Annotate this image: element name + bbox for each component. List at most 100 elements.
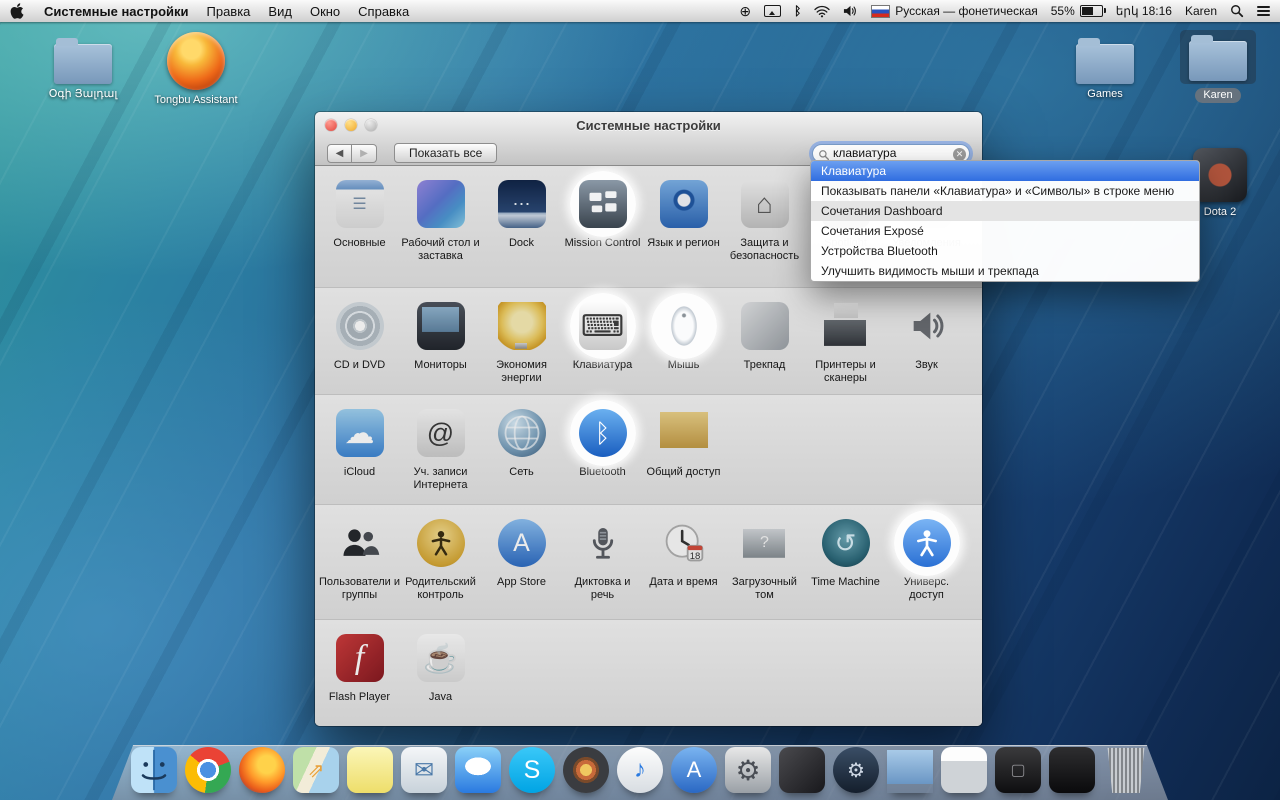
pref-language-region[interactable]: Язык и регион bbox=[643, 180, 724, 287]
pref-displays[interactable]: Мониторы bbox=[400, 302, 481, 394]
pref-general[interactable]: ☰ Основные bbox=[319, 180, 400, 287]
date-time-iconwrap: 18 bbox=[660, 519, 708, 567]
displays-menu-icon[interactable] bbox=[764, 5, 782, 17]
flash-player-iconwrap: f bbox=[335, 634, 384, 682]
search-result-1[interactable]: Показывать панели «Клавиатура» и «Символ… bbox=[811, 181, 1199, 201]
dock-downloads-folder[interactable] bbox=[887, 747, 933, 793]
dock-stickies[interactable] bbox=[347, 747, 393, 793]
dock-skype[interactable]: S bbox=[509, 747, 555, 793]
mouse-iconwrap bbox=[650, 293, 717, 359]
pref-parental-controls[interactable]: Родительский контроль bbox=[400, 519, 481, 619]
internet-accounts-iconwrap: @ bbox=[416, 409, 465, 457]
user-menu[interactable]: Karen bbox=[1185, 4, 1217, 18]
pref-bluetooth[interactable]: ᛒ Bluetooth bbox=[562, 400, 643, 504]
pref-icloud[interactable]: ☁ iCloud bbox=[319, 409, 400, 504]
apple-menu-icon[interactable] bbox=[10, 3, 24, 19]
dock-steam[interactable]: ⚙ bbox=[833, 747, 879, 793]
back-button[interactable]: ◀ bbox=[327, 143, 352, 163]
pref-app-store[interactable]: A App Store bbox=[481, 519, 562, 619]
pref-trackpad[interactable]: Трекпад bbox=[724, 302, 805, 394]
desktop-icon-games-folder[interactable]: Games bbox=[1062, 36, 1148, 101]
bluetooth-menu-icon[interactable]: ᛒ bbox=[794, 4, 801, 18]
dock-window-app[interactable] bbox=[941, 747, 987, 793]
desktop-icon-karen-folder[interactable]: Karen bbox=[1178, 30, 1258, 103]
pref-java[interactable]: ☕ Java bbox=[400, 634, 481, 726]
pref-sound[interactable]: Звук bbox=[886, 302, 967, 394]
menu-item-Системные настройки[interactable]: Системные настройки bbox=[44, 4, 189, 19]
pref-energy-saver[interactable]: Экономия энергии bbox=[481, 302, 562, 394]
search-input[interactable] bbox=[833, 146, 951, 160]
trackpad-label: Трекпад bbox=[743, 359, 786, 371]
dock-mail[interactable]: ✉ bbox=[401, 747, 447, 793]
search-result-5[interactable]: Улучшить видимость мыши и трекпада bbox=[811, 261, 1199, 281]
pref-mission-control[interactable]: Mission Control bbox=[562, 171, 643, 287]
dock-firefox[interactable] bbox=[239, 747, 285, 793]
app-store-label: App Store bbox=[497, 576, 546, 588]
spotlight-menu-icon[interactable] bbox=[1230, 4, 1244, 18]
pref-date-time[interactable]: 18 Дата и время bbox=[643, 519, 724, 619]
tongbu-assistant-icon bbox=[167, 32, 225, 90]
pref-dictation-speech[interactable]: Диктовка и речь bbox=[562, 519, 643, 619]
pref-mouse[interactable]: Мышь bbox=[643, 293, 724, 394]
menu-item-Окно[interactable]: Окно bbox=[310, 4, 340, 19]
users-groups-icon bbox=[336, 519, 384, 567]
dock-mobile-utility[interactable]: ▢ bbox=[995, 747, 1041, 793]
pref-flash-player[interactable]: f Flash Player bbox=[319, 634, 400, 726]
pref-internet-accounts[interactable]: @ Уч. записи Интернета bbox=[400, 409, 481, 504]
battery-icon bbox=[1079, 5, 1106, 17]
dock-app-store[interactable]: A bbox=[671, 747, 717, 793]
screen: Системные настройки Правка Вид Окно Справка … bbox=[0, 0, 1280, 800]
input-source-menu[interactable]: Русская — фонетическая bbox=[871, 4, 1038, 18]
keyboard-label: Клавиатура bbox=[572, 359, 633, 371]
sharing-label: Общий доступ bbox=[646, 466, 721, 478]
battery-percent: 55% bbox=[1050, 4, 1075, 18]
dock-maps[interactable]: ⇗ bbox=[293, 747, 339, 793]
menu-bar: Системные настройки Правка Вид Окно Справка … bbox=[0, 0, 1280, 22]
notification-center-icon[interactable] bbox=[1257, 5, 1270, 17]
internet-accounts-label: Уч. записи Интернета bbox=[413, 466, 468, 491]
displays-iconwrap bbox=[416, 302, 465, 350]
pref-startup-disk[interactable]: ? Загрузочный том bbox=[724, 519, 805, 619]
dock-chrome[interactable] bbox=[185, 747, 231, 793]
pref-network[interactable]: Сеть bbox=[481, 409, 562, 504]
pref-cd-dvd[interactable]: CD и DVD bbox=[319, 302, 400, 394]
menu-item-Правка[interactable]: Правка bbox=[207, 4, 251, 19]
search-result-0[interactable]: Клавиатура bbox=[811, 161, 1199, 181]
pref-printers-scanners[interactable]: Принтеры и сканеры bbox=[805, 302, 886, 394]
pref-sharing[interactable]: Общий доступ bbox=[643, 409, 724, 504]
search-result-4[interactable]: Устройства Bluetooth bbox=[811, 241, 1199, 261]
window-header: Системные настройки ◀ ▶ Показать все ✕ bbox=[315, 112, 982, 166]
dock-utility-dark[interactable] bbox=[779, 747, 825, 793]
dock-itunes[interactable]: ♪ bbox=[617, 747, 663, 793]
pref-users-groups[interactable]: Пользователи и группы bbox=[319, 519, 400, 619]
menu-clock[interactable]: երկ 18:16 bbox=[1116, 4, 1172, 18]
pref-keyboard[interactable]: ⌨ Клавиатура bbox=[562, 293, 643, 394]
pref-row-4: Пользователи и группы Родительский контро… bbox=[315, 505, 982, 620]
dock-system-preferences[interactable]: ⚙ bbox=[725, 747, 771, 793]
dock-finder[interactable] bbox=[131, 747, 177, 793]
volume-menu-icon[interactable] bbox=[843, 5, 858, 17]
dock-mobile-utility-2[interactable] bbox=[1049, 747, 1095, 793]
dock-iphoto[interactable] bbox=[563, 747, 609, 793]
pref-dock[interactable]: ⋯ Dock bbox=[481, 180, 562, 287]
show-all-button[interactable]: Показать все bbox=[394, 143, 498, 163]
desktop-icon-tongbu-assistant[interactable]: Tongbu Assistant bbox=[150, 32, 242, 107]
menu-extra-circle-plus-icon[interactable]: ⊕ bbox=[739, 3, 751, 20]
menu-item-Вид[interactable]: Вид bbox=[268, 4, 292, 19]
battery-menu[interactable]: 55% bbox=[1050, 4, 1106, 18]
pref-security[interactable]: ⌂ Защита и безопасность bbox=[724, 180, 805, 287]
wifi-menu-icon[interactable] bbox=[814, 5, 830, 18]
desktop-icon-armenian-folder[interactable]: Օգի Յալդալ bbox=[40, 36, 126, 101]
karen-folder-icon bbox=[1180, 30, 1256, 84]
menu-item-Справка[interactable]: Справка bbox=[358, 4, 409, 19]
dock-trash[interactable] bbox=[1103, 747, 1149, 793]
pref-desktop-screensaver[interactable]: Рабочий стол и заставка bbox=[400, 180, 481, 287]
search-result-2[interactable]: Сочетания Dashboard bbox=[811, 201, 1199, 221]
pref-accessibility[interactable]: Универс. доступ bbox=[886, 510, 967, 619]
clear-search-icon[interactable]: ✕ bbox=[953, 147, 966, 161]
dock-messages[interactable] bbox=[455, 747, 501, 793]
forward-button[interactable]: ▶ bbox=[352, 143, 377, 163]
time-machine-icon: ↺ bbox=[821, 519, 870, 567]
search-result-3[interactable]: Сочетания Exposé bbox=[811, 221, 1199, 241]
pref-time-machine[interactable]: ↺ Time Machine bbox=[805, 519, 886, 619]
